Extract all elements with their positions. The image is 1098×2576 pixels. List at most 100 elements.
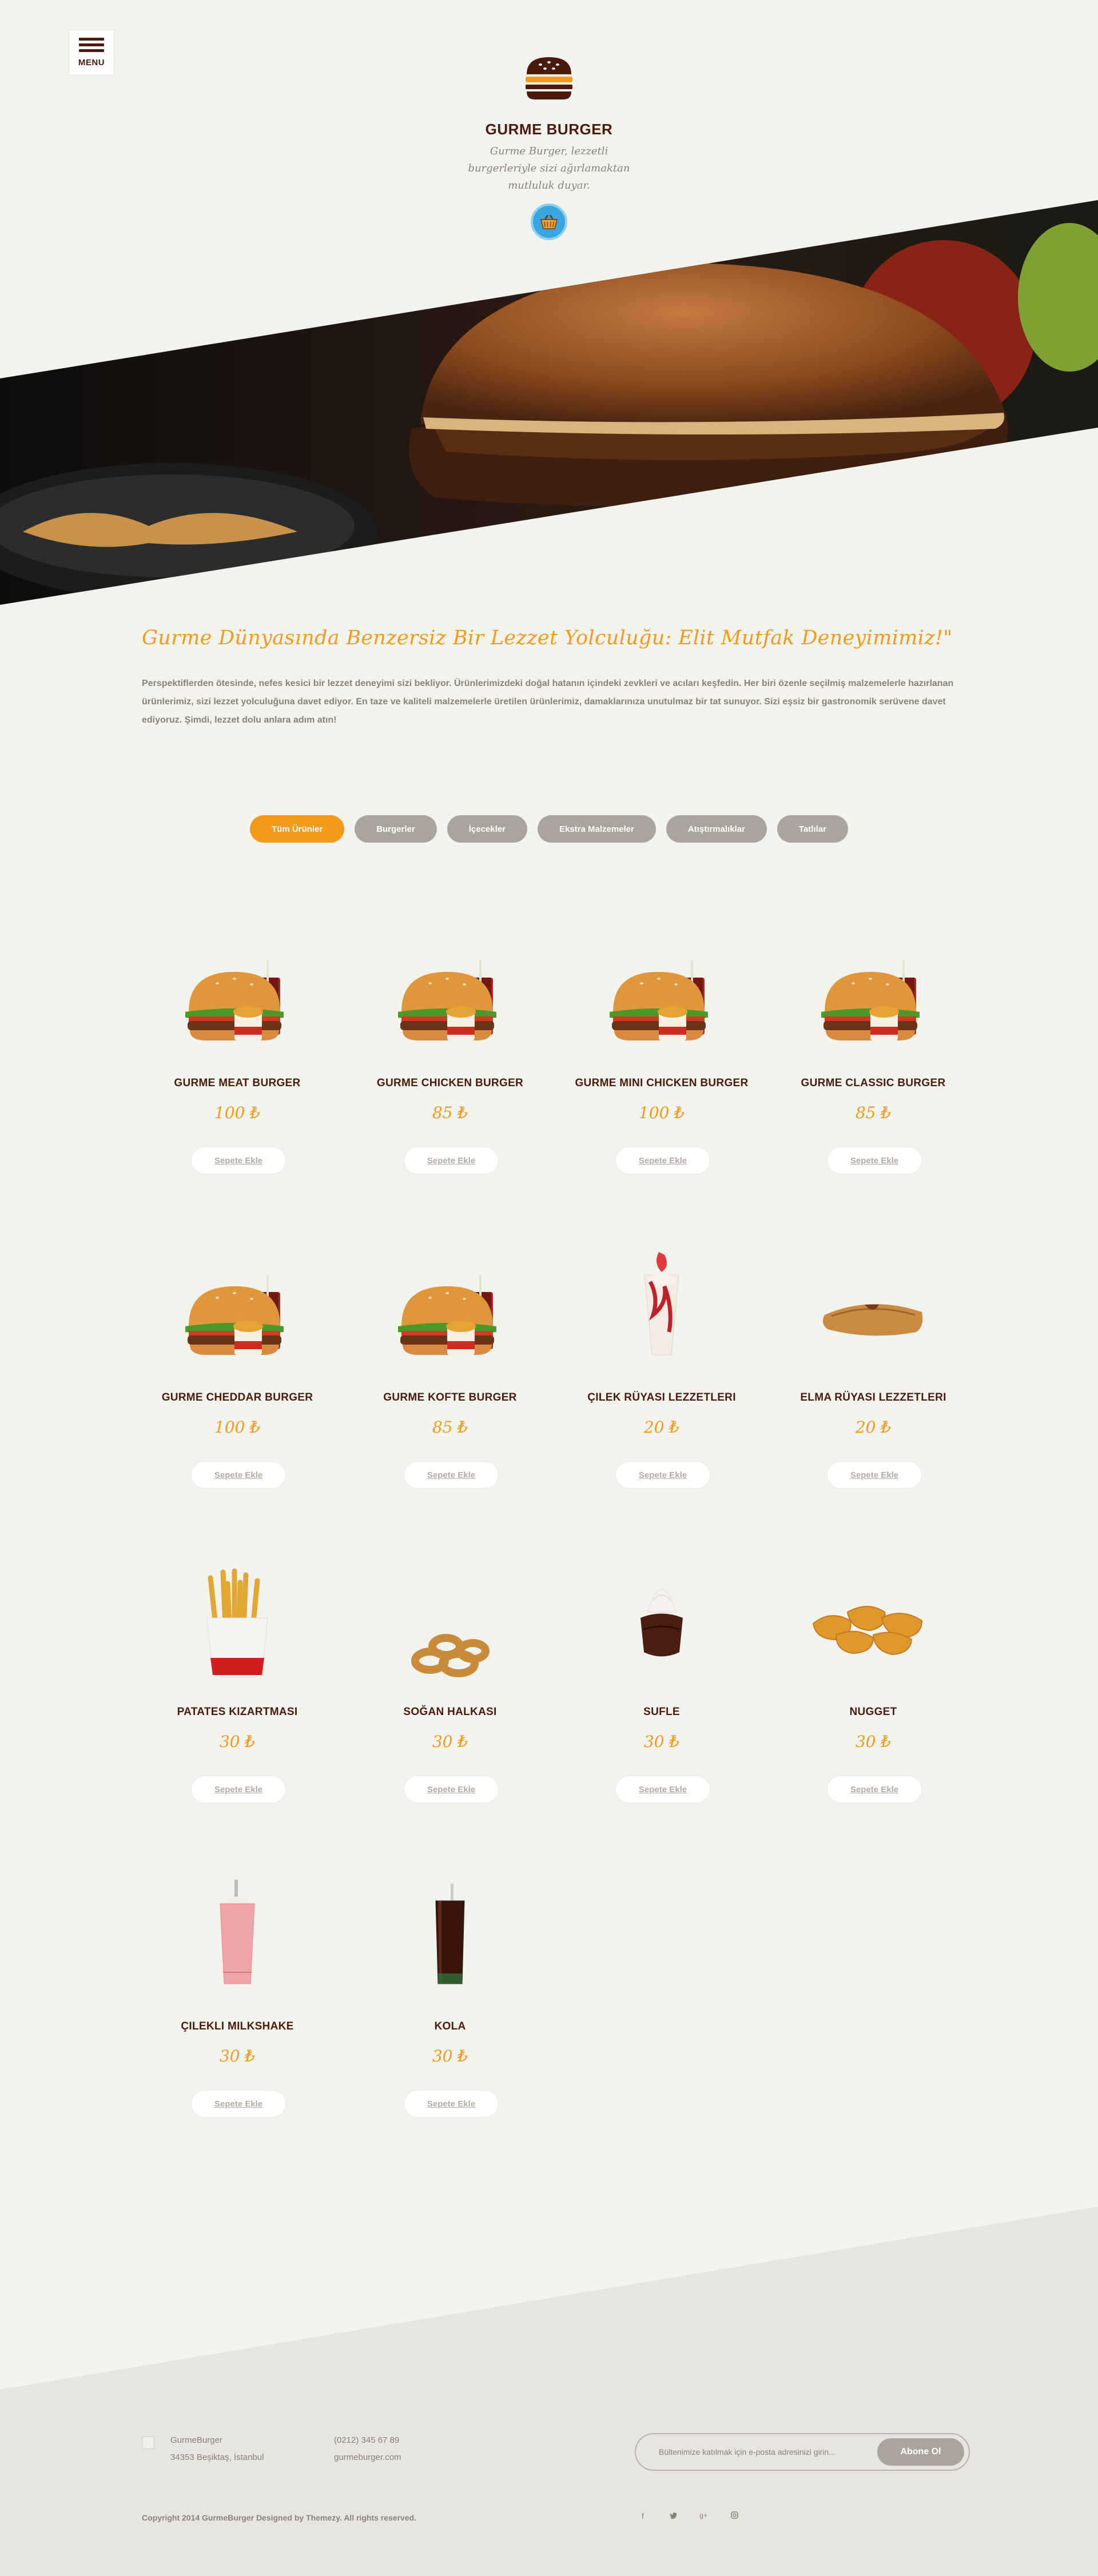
product-price: 30 ₺ <box>219 1732 256 1751</box>
add-to-cart-button[interactable]: Sepete Ekle <box>615 1776 710 1803</box>
product-price: 85 ₺ <box>855 1103 892 1122</box>
product-card: SUFLE 30 ₺ Sepete Ekle <box>567 1555 756 1869</box>
burger-combo-icon[interactable] <box>567 926 756 1063</box>
footer-company: GurmeBurger <box>170 2435 222 2445</box>
facebook-icon[interactable]: f <box>637 2511 649 2521</box>
onion-rings-icon[interactable] <box>356 1555 544 1692</box>
product-card: ELMA RÜYASI LEZZETLERI 20 ₺ Sepete Ekle <box>779 1241 968 1555</box>
newsletter-email-input[interactable]: Bültenimize katılmak için e-posta adresi… <box>659 2434 836 2470</box>
twitter-icon[interactable] <box>668 2511 679 2521</box>
burger-combo-icon[interactable] <box>143 1241 332 1378</box>
hero-burger-image <box>0 200 1098 605</box>
product-card: GURME KOFTE BURGER 85 ₺ Sepete Ekle <box>356 1241 544 1555</box>
product-name[interactable]: NUGGET <box>779 1706 968 1718</box>
product-name[interactable]: GURME KOFTE BURGER <box>356 1391 544 1404</box>
burger-logo-icon[interactable] <box>523 55 575 101</box>
add-to-cart-button[interactable]: Sepete Ekle <box>191 2090 286 2118</box>
nuggets-icon[interactable] <box>779 1555 968 1692</box>
footer-address-line: 34353 Beşiktaş, İstanbul <box>170 2453 264 2462</box>
product-price: 30 ₺ <box>432 1732 468 1751</box>
add-to-cart-button[interactable]: Sepete Ekle <box>615 1147 710 1174</box>
product-name[interactable]: ELMA RÜYASI LEZZETLERI <box>779 1391 968 1404</box>
product-price: 100 ₺ <box>214 1103 261 1122</box>
filter-snacks[interactable]: Atıştırmalıklar <box>666 815 767 843</box>
filter-desserts[interactable]: Tatlılar <box>777 815 848 843</box>
product-price: 85 ₺ <box>432 1418 468 1437</box>
burger-combo-icon[interactable] <box>143 926 332 1063</box>
product-card: NUGGET 30 ₺ Sepete Ekle <box>779 1555 968 1869</box>
burger-combo-icon[interactable] <box>356 926 544 1063</box>
filter-burgers[interactable]: Burgerler <box>355 815 437 843</box>
add-to-cart-button[interactable]: Sepete Ekle <box>615 1461 710 1489</box>
brand-header: GURME BURGER Gurme Burger, lezzetli burg… <box>0 55 1098 194</box>
newsletter-form: Bültenimize katılmak için e-posta adresi… <box>635 2433 970 2471</box>
product-price: 20 ₺ <box>855 1418 892 1437</box>
product-price: 85 ₺ <box>432 1103 468 1122</box>
footer-address: GurmeBurger 34353 Beşiktaş, İstanbul <box>170 2432 264 2466</box>
burger-combo-icon[interactable] <box>779 926 968 1063</box>
product-price: 100 ₺ <box>214 1418 261 1437</box>
category-filter-bar: Tüm Ürünler Burgerler İçecekler Ekstra M… <box>0 815 1098 843</box>
product-card: PATATES KIZARTMASI 30 ₺ Sepete Ekle <box>143 1555 332 1869</box>
product-price: 20 ₺ <box>643 1418 680 1437</box>
add-to-cart-button[interactable]: Sepete Ekle <box>191 1461 286 1489</box>
filter-drinks[interactable]: İçecekler <box>447 815 527 843</box>
product-card: GURME MEAT BURGER 100 ₺ Sepete Ekle <box>143 926 332 1241</box>
intro-title: Gurme Dünyasında Benzersiz Bir Lezzet Yo… <box>142 627 953 649</box>
product-name[interactable]: GURME CHEDDAR BURGER <box>143 1391 332 1404</box>
apple-pie-icon[interactable] <box>779 1241 968 1378</box>
subscribe-button[interactable]: Abone Ol <box>877 2438 964 2466</box>
instagram-icon[interactable] <box>729 2511 740 2521</box>
filter-extras[interactable]: Ekstra Malzemeler <box>537 815 656 843</box>
add-to-cart-button[interactable]: Sepete Ekle <box>191 1147 286 1174</box>
product-name[interactable]: GURME CHICKEN BURGER <box>356 1077 544 1090</box>
product-name[interactable]: PATATES KIZARTMASI <box>143 1706 332 1718</box>
product-name[interactable]: GURME CLASSIC BURGER <box>779 1077 968 1090</box>
product-name[interactable]: GURME MINI CHICKEN BURGER <box>567 1077 756 1090</box>
product-card: SOĞAN HALKASI 30 ₺ Sepete Ekle <box>356 1555 544 1869</box>
product-card: GURME MINI CHICKEN BURGER 100 ₺ Sepete Ekl… <box>567 926 756 1241</box>
product-name[interactable]: ÇILEK RÜYASI LEZZETLERI <box>567 1391 756 1404</box>
product-name[interactable]: GURME MEAT BURGER <box>143 1077 332 1090</box>
product-card: KOLA 30 ₺ Sepete Ekle <box>356 1869 544 2184</box>
product-price: 30 ₺ <box>432 2047 468 2065</box>
add-to-cart-button[interactable]: Sepete Ekle <box>404 1147 499 1174</box>
fries-icon[interactable] <box>143 1555 332 1692</box>
add-to-cart-button[interactable]: Sepete Ekle <box>191 1776 286 1803</box>
footer-phone[interactable]: (0212) 345 67 89 <box>334 2432 401 2449</box>
page: MENU GURME BURGER Gurme Burger, lezzetli… <box>0 0 1098 2576</box>
footer-contact: (0212) 345 67 89 gurmeburger.com <box>334 2432 401 2466</box>
hamburger-menu-icon <box>79 38 104 52</box>
add-to-cart-button[interactable]: Sepete Ekle <box>404 1461 499 1489</box>
cola-icon[interactable] <box>356 1869 544 2007</box>
product-price: 30 ₺ <box>855 1732 892 1751</box>
add-to-cart-button[interactable]: Sepete Ekle <box>404 2090 499 2118</box>
sundae-icon[interactable] <box>567 1241 756 1378</box>
intro-text: Perspektiflerden ötesinde, nefes kesici … <box>142 679 954 725</box>
footer-website[interactable]: gurmeburger.com <box>334 2449 401 2466</box>
product-price: 30 ₺ <box>219 2047 256 2065</box>
copyright-text: Copyright 2014 GurmeBurger Designed by T… <box>142 2513 417 2522</box>
google-plus-icon[interactable]: g+ <box>698 2511 709 2519</box>
product-price: 100 ₺ <box>638 1103 685 1122</box>
add-to-cart-button[interactable]: Sepete Ekle <box>827 1147 922 1174</box>
add-to-cart-button[interactable]: Sepete Ekle <box>404 1776 499 1803</box>
product-name[interactable]: ÇILEKLI MILKSHAKE <box>143 2020 332 2033</box>
add-to-cart-button[interactable]: Sepete Ekle <box>827 1461 922 1489</box>
product-card: ÇILEKLI MILKSHAKE 30 ₺ Sepete Ekle <box>143 1869 332 2184</box>
product-card: GURME CHEDDAR BURGER 100 ₺ Sepete Ekle <box>143 1241 332 1555</box>
product-price: 30 ₺ <box>643 1732 680 1751</box>
product-name[interactable]: KOLA <box>356 2020 544 2033</box>
brand-name: GURME BURGER <box>485 121 613 138</box>
product-card: GURME CHICKEN BURGER 85 ₺ Sepete Ekle <box>356 926 544 1241</box>
burger-combo-icon[interactable] <box>356 1241 544 1378</box>
milkshake-icon[interactable] <box>143 1869 332 2007</box>
product-card: GURME CLASSIC BURGER 85 ₺ Sepete Ekle <box>779 926 968 1241</box>
souffle-icon[interactable] <box>567 1555 756 1692</box>
footer-logo-image <box>142 2437 154 2449</box>
product-name[interactable]: SOĞAN HALKASI <box>356 1706 544 1718</box>
add-to-cart-button[interactable]: Sepete Ekle <box>827 1776 922 1803</box>
product-name[interactable]: SUFLE <box>567 1706 756 1718</box>
product-card: ÇILEK RÜYASI LEZZETLERI 20 ₺ Sepete Ekle <box>567 1241 756 1555</box>
filter-all-products[interactable]: Tüm Ürünler <box>250 815 345 843</box>
